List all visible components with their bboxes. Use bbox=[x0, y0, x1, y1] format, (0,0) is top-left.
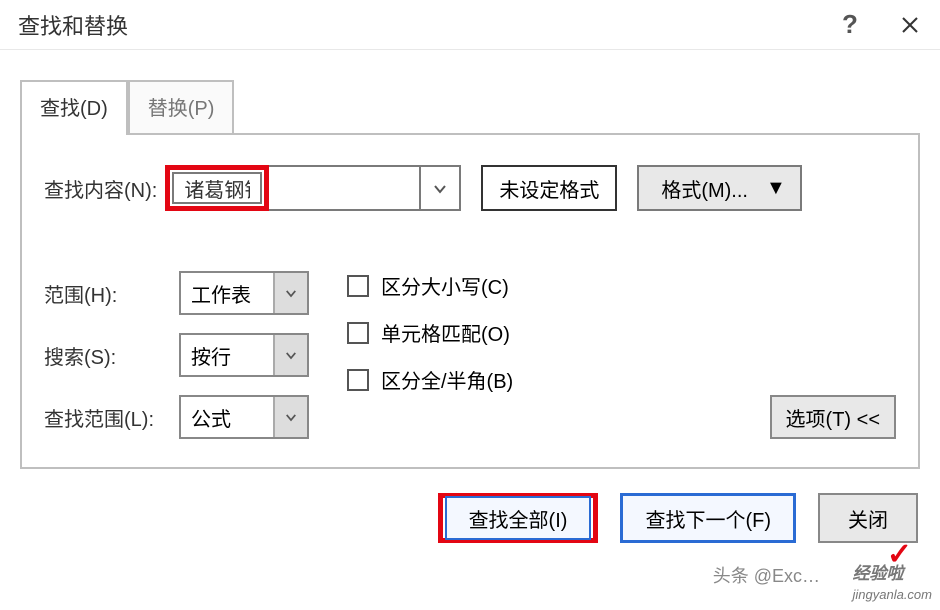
chevron-down-icon bbox=[273, 335, 307, 375]
chevron-down-icon bbox=[273, 273, 307, 313]
check-mark-icon: ✓ bbox=[887, 537, 912, 572]
close-button[interactable]: 关闭 bbox=[818, 493, 918, 543]
checkbox-icon bbox=[347, 369, 369, 391]
lookin-label: 查找范围(L): bbox=[44, 403, 179, 432]
match-case-label: 区分大小写(C) bbox=[381, 271, 509, 300]
close-icon[interactable] bbox=[880, 0, 940, 50]
tab-strip: 查找(D) 替换(P) bbox=[20, 80, 940, 133]
scope-value: 工作表 bbox=[181, 273, 273, 313]
caret-down-icon: ▼ bbox=[766, 177, 786, 200]
find-content-combo bbox=[165, 165, 461, 211]
scope-label: 范围(H): bbox=[44, 279, 179, 308]
find-content-row: 查找内容(N): 未设定格式 格式(M)... ▼ bbox=[44, 165, 896, 211]
find-input-extension[interactable] bbox=[269, 165, 419, 211]
options-row: 范围(H): 工作表 搜索(S): 按行 查找范围(L): 公式 区分大小写(C… bbox=[44, 271, 896, 439]
find-next-button[interactable]: 查找下一个(F) bbox=[620, 493, 796, 543]
format-button-label: 格式(M)... bbox=[661, 174, 748, 203]
action-row: 查找全部(I) 查找下一个(F) 关闭 bbox=[0, 493, 918, 543]
match-cell-checkbox[interactable]: 单元格匹配(O) bbox=[347, 318, 513, 347]
find-all-button[interactable]: 查找全部(I) bbox=[438, 493, 599, 543]
tab-replace[interactable]: 替换(P) bbox=[128, 80, 235, 133]
search-value: 按行 bbox=[181, 335, 273, 375]
find-input-highlight bbox=[165, 165, 269, 211]
watermark-source: 头条 @Exc… bbox=[713, 562, 820, 588]
format-button[interactable]: 格式(M)... ▼ bbox=[637, 165, 801, 211]
check-group: 区分大小写(C) 单元格匹配(O) 区分全/半角(B) bbox=[347, 271, 513, 394]
chevron-down-icon bbox=[433, 177, 447, 200]
lookin-value: 公式 bbox=[181, 397, 273, 437]
checkbox-icon bbox=[347, 322, 369, 344]
find-all-label: 查找全部(I) bbox=[445, 496, 592, 540]
search-select[interactable]: 按行 bbox=[179, 333, 309, 377]
find-content-input[interactable] bbox=[172, 172, 262, 204]
checkbox-icon bbox=[347, 275, 369, 297]
find-history-dropdown[interactable] bbox=[419, 165, 461, 211]
match-width-label: 区分全/半角(B) bbox=[381, 365, 513, 394]
find-content-label: 查找内容(N): bbox=[44, 174, 157, 203]
lookin-select[interactable]: 公式 bbox=[179, 395, 309, 439]
match-case-checkbox[interactable]: 区分大小写(C) bbox=[347, 271, 513, 300]
title-bar: 查找和替换 ? bbox=[0, 0, 940, 50]
search-label: 搜索(S): bbox=[44, 341, 179, 370]
scope-select[interactable]: 工作表 bbox=[179, 271, 309, 315]
chevron-down-icon bbox=[273, 397, 307, 437]
options-toggle-button[interactable]: 选项(T) << bbox=[770, 395, 896, 439]
main-panel: 查找内容(N): 未设定格式 格式(M)... ▼ 范围(H): 工作表 搜索(… bbox=[20, 133, 920, 469]
options-grid: 范围(H): 工作表 搜索(S): 按行 查找范围(L): 公式 bbox=[44, 271, 309, 439]
help-button[interactable]: ? bbox=[820, 0, 880, 50]
tab-find[interactable]: 查找(D) bbox=[20, 80, 128, 133]
match-cell-label: 单元格匹配(O) bbox=[381, 318, 510, 347]
format-status: 未设定格式 bbox=[481, 165, 617, 211]
dialog-title: 查找和替换 bbox=[18, 9, 820, 41]
match-width-checkbox[interactable]: 区分全/半角(B) bbox=[347, 365, 513, 394]
